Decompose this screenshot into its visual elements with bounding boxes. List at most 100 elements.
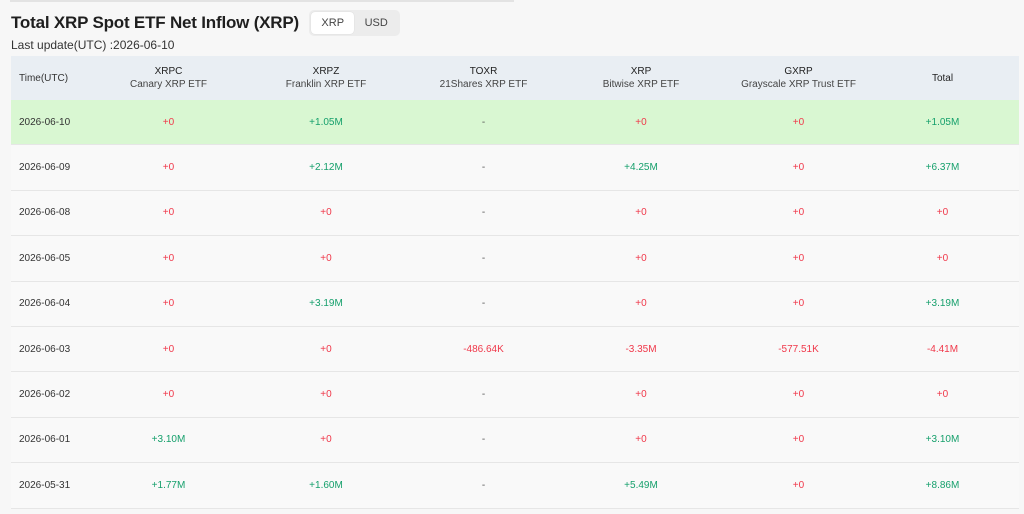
flow-value-cell: +5.49M [551,462,731,509]
etf-flow-table: Time(UTC) XRPC Canary XRP ETF XRPZ Frank… [11,56,1019,509]
flow-value-cell: +0 [731,235,866,282]
top-divider [10,0,514,2]
flow-value-cell: +0 [866,235,1019,282]
flow-value-cell: +0 [236,235,416,282]
flow-value-cell: +0 [551,371,731,418]
column-ticker: TOXR [469,66,498,77]
table-row: 2026-06-10 +0 +1.05M - +0 +0 +1.05M [11,100,1019,146]
flow-value-cell: - [416,371,551,418]
last-update-text: Last update(UTC) :2026-06-10 [11,38,175,52]
column-header-xrpc[interactable]: XRPC Canary XRP ETF [101,56,236,100]
table-row: 2026-06-08 +0 +0- +0 +0 +0 [11,190,1019,237]
column-ticker: XRPZ [312,66,340,77]
flow-value-cell: +8.86M [866,462,1019,509]
column-ticker: Total [931,72,954,84]
column-header-xrpz[interactable]: XRPZ Franklin XRP ETF [236,56,416,100]
column-fund-name: Bitwise XRP ETF [602,79,680,90]
flow-value-cell: +0 [236,326,416,373]
column-fund-name: Franklin XRP ETF [285,79,367,90]
flow-value-cell: +0 [101,144,236,191]
unit-toggle: XRP USD [308,10,400,36]
table-row: 2026-06-05 +0 +0- +0 +0 +0 [11,235,1019,282]
table-row: 2026-06-01 +3.10M +0- +0 +0 +3.10M [11,417,1019,464]
flow-value-cell: +3.10M [101,417,236,464]
row-date: 2026-06-02 [11,371,101,418]
flow-value-cell: +0 [551,235,731,282]
flow-value-cell: - [416,100,551,146]
flow-value-cell: +0 [731,371,866,418]
row-date: 2026-06-04 [11,281,101,327]
flow-value-cell: - [416,462,551,509]
flow-value-cell: +0 [236,371,416,418]
flow-value-cell: - [416,190,551,237]
flow-value-cell: -486.64K [416,326,551,373]
flow-value-cell: +0 [731,417,866,464]
flow-value-cell: -3.35M [551,326,731,373]
flow-value-cell: +0 [101,281,236,327]
flow-value-cell: +1.60M [236,462,416,509]
flow-value-cell: +4.25M [551,144,731,191]
flow-value-cell: +0 [866,371,1019,418]
column-fund-name: Canary XRP ETF [129,79,208,90]
column-header-total: Total [866,56,1019,100]
flow-value-cell: +0 [101,100,236,146]
row-date: 2026-05-31 [11,462,101,509]
flow-value-cell: +0 [101,371,236,418]
flow-value-cell: +0 [236,417,416,464]
flow-value-cell: +0 [101,326,236,373]
flow-value-cell: +0 [551,190,731,237]
column-fund-name: Grayscale XRP Trust ETF [741,79,856,90]
toggle-usd-button[interactable]: USD [354,12,398,34]
flow-value-cell: +1.05M [866,100,1019,146]
flow-value-cell: +3.19M [236,281,416,327]
column-header-time: Time(UTC) [11,56,101,100]
flow-value-cell: +3.10M [866,417,1019,464]
table-row: 2026-06-04 +0 +3.19M - +0 +0 +3.19M [11,281,1019,327]
table-row: 2026-06-03 +0 +0 -486.64K -3.35M -577.51K -4.4… [11,326,1019,373]
flow-value-cell: +1.05M [236,100,416,146]
flow-value-cell: - [416,417,551,464]
flow-value-cell: -4.41M [866,326,1019,373]
flow-value-cell: +0 [236,190,416,237]
column-fund-name: 21Shares XRP ETF [439,79,528,90]
row-date: 2026-06-08 [11,190,101,237]
flow-value-cell: - [416,144,551,191]
flow-value-cell: +0 [731,281,866,327]
flow-value-cell: +6.37M [866,144,1019,191]
row-date: 2026-06-09 [11,144,101,191]
panel-header: Total XRP Spot ETF Net Inflow (XRP) XRP … [11,10,400,36]
flow-value-cell: +2.12M [236,144,416,191]
flow-value-cell: +0 [731,462,866,509]
etf-flow-panel: Total XRP Spot ETF Net Inflow (XRP) XRP … [0,0,1024,514]
flow-value-cell: +0 [551,100,731,146]
table-row: 2026-06-09 +0 +2.12M - +4.25M +0 +6.37M [11,144,1019,191]
column-header-xrp[interactable]: XRP Bitwise XRP ETF [551,56,731,100]
column-header-toxr[interactable]: TOXR 21Shares XRP ETF [416,56,551,100]
column-ticker: XRPC [154,66,183,77]
flow-value-cell: +1.77M [101,462,236,509]
table-row: 2026-06-02 +0 +0- +0 +0 +0 [11,371,1019,418]
flow-value-cell: +0 [551,417,731,464]
flow-value-cell: -577.51K [731,326,866,373]
flow-value-cell: +0 [551,281,731,327]
flow-value-cell: +0 [101,190,236,237]
flow-value-cell: +0 [101,235,236,282]
row-date: 2026-06-10 [11,100,101,146]
flow-value-cell: +0 [866,190,1019,237]
page-title: Total XRP Spot ETF Net Inflow (XRP) [11,13,299,32]
flow-value-cell: +0 [731,190,866,237]
table-row: 2026-05-31 +1.77M +1.60M - +5.49M +0 +8.86M [11,462,1019,509]
flow-value-cell: +0 [731,144,866,191]
column-ticker: GXRP [784,66,813,77]
flow-value-cell: - [416,235,551,282]
table-header-row: Time(UTC) XRPC Canary XRP ETF XRPZ Frank… [11,56,1019,100]
toggle-xrp-button[interactable]: XRP [310,12,355,34]
column-ticker: XRP [630,66,652,77]
row-date: 2026-06-03 [11,326,101,373]
row-date: 2026-06-01 [11,417,101,464]
flow-value-cell: - [416,281,551,327]
flow-value-cell: +3.19M [866,281,1019,327]
flow-value-cell: +0 [731,100,866,146]
row-date: 2026-06-05 [11,235,101,282]
column-header-gxrp[interactable]: GXRP Grayscale XRP Trust ETF [731,56,866,100]
